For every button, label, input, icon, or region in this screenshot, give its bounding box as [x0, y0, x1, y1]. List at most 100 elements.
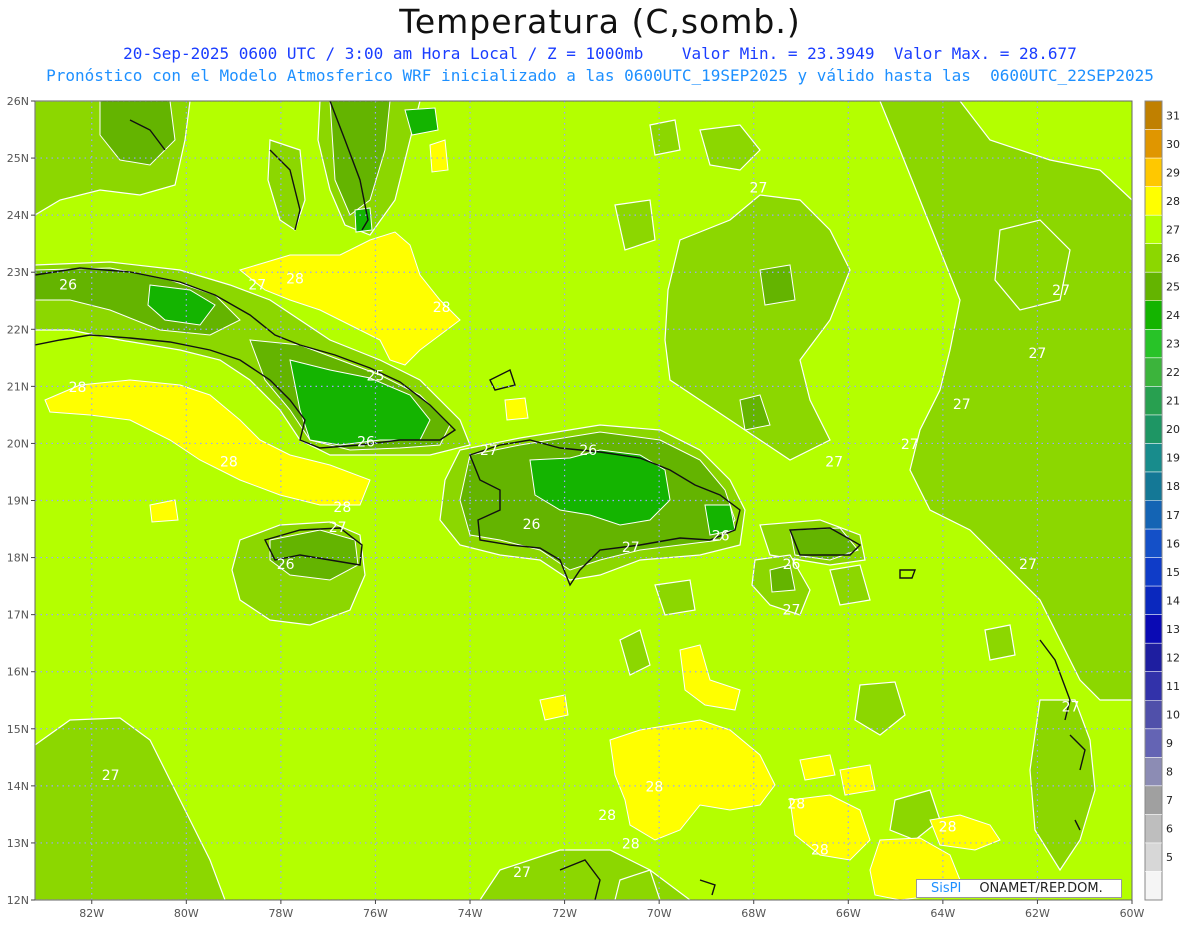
- legend-swatch: [1145, 243, 1162, 273]
- legend-label: 23: [1166, 338, 1180, 351]
- contour-label: 28: [646, 780, 664, 796]
- lon-label: 62W: [1025, 907, 1050, 920]
- contour-label: 27: [513, 865, 531, 881]
- legend-swatch: [1145, 357, 1162, 387]
- sispi-logo: SisPI: [931, 881, 962, 896]
- contour-label: 28: [787, 797, 805, 813]
- latitude-labels: 26N 25N 24N 23N 22N 21N 20N 19N 18N 17N 16N 15N 14N 1…: [7, 95, 35, 907]
- legend-label: 14: [1166, 594, 1180, 607]
- legend-swatch: [1145, 471, 1162, 501]
- contour-label: 27: [102, 768, 120, 784]
- lat-label: 13N: [7, 837, 29, 850]
- contour-label: 27: [901, 437, 919, 453]
- legend-label: 21: [1166, 395, 1180, 408]
- contour-label: 27: [248, 277, 266, 293]
- legend-label: 30: [1166, 138, 1180, 151]
- contour-label: 27: [783, 603, 801, 619]
- lat-label: 17N: [7, 609, 29, 622]
- legend-label: 9: [1166, 737, 1173, 750]
- lat-label: 22N: [7, 323, 29, 336]
- contour-label: 26: [783, 557, 801, 573]
- legend-label: 29: [1166, 166, 1180, 179]
- credit-box: SisPI ONAMET/REP.DOM.: [916, 879, 1122, 898]
- lon-label: 70W: [647, 907, 672, 920]
- legend-label: 19: [1166, 452, 1180, 465]
- contour-label: 26: [277, 557, 295, 573]
- lat-label: 16N: [7, 666, 29, 679]
- legend-label: 18: [1166, 480, 1180, 493]
- lon-label: 78W: [268, 907, 293, 920]
- legend-label: 16: [1166, 537, 1180, 550]
- lon-label: 72W: [552, 907, 577, 920]
- legend-swatch: [1145, 586, 1162, 616]
- contour-label: 26: [712, 528, 730, 544]
- contour-label: 27: [953, 397, 971, 413]
- legend-label: 26: [1166, 252, 1180, 265]
- contour-label: 26: [523, 517, 541, 533]
- legend-label: 27: [1166, 223, 1180, 236]
- legend-swatch: [1145, 643, 1162, 673]
- legend-label: 11: [1166, 680, 1180, 693]
- legend-swatch: [1145, 272, 1162, 302]
- legend-swatch: [1145, 785, 1162, 815]
- legend-swatch: [1145, 671, 1162, 701]
- legend-swatch: [1145, 101, 1162, 131]
- lon-label: 68W: [741, 907, 766, 920]
- legend-swatch: [1145, 728, 1162, 758]
- legend-label: 15: [1166, 566, 1180, 579]
- lat-label: 24N: [7, 209, 29, 222]
- legend-swatch: [1145, 186, 1162, 216]
- onamet-credit: ONAMET/REP.DOM.: [979, 881, 1103, 896]
- legend-label: 6: [1166, 823, 1173, 836]
- lon-label: 66W: [836, 907, 861, 920]
- contour-label: 27: [750, 180, 768, 196]
- legend-swatch: [1145, 557, 1162, 587]
- lat-label: 14N: [7, 780, 29, 793]
- contour-label: 27: [622, 540, 640, 556]
- lat-label: 25N: [7, 152, 29, 165]
- contour-label: 28: [622, 837, 640, 853]
- lon-label: 74W: [458, 907, 483, 920]
- legend-swatch: [1145, 814, 1162, 844]
- contour-label: 28: [433, 300, 451, 316]
- legend-label: 25: [1166, 280, 1180, 293]
- lat-label: 23N: [7, 266, 29, 279]
- legend-swatch: [1145, 443, 1162, 473]
- contour-label: 26: [579, 443, 597, 459]
- legend-label: 24: [1166, 309, 1180, 322]
- contour-label: 27: [1029, 346, 1047, 362]
- temperature-legend: 31 30 29 28 27 26 25 24 23 22 21 20 19 18 17 16 15 14 13 12…: [1144, 100, 1180, 901]
- contour-label: 28: [598, 808, 616, 824]
- legend-swatch: [1145, 158, 1162, 188]
- lon-label: 60W: [1120, 907, 1145, 920]
- contour-label: 28: [69, 380, 87, 396]
- lon-label: 80W: [174, 907, 199, 920]
- legend-swatch: [1145, 414, 1162, 444]
- legend-swatch: [1145, 300, 1162, 330]
- contour-label: 28: [220, 454, 238, 470]
- lat-label: 26N: [7, 95, 29, 108]
- contour-label: 26: [59, 277, 77, 293]
- lat-label: 19N: [7, 495, 29, 508]
- lat-label: 21N: [7, 380, 29, 393]
- contour-label: 27: [825, 454, 843, 470]
- legend-swatch: [1145, 129, 1162, 159]
- contour-label: 27: [1062, 700, 1080, 716]
- legend-swatch: [1145, 842, 1162, 872]
- contour-label: 26: [357, 434, 375, 450]
- contour-label: 27: [1052, 283, 1070, 299]
- legend-label: 28: [1166, 195, 1180, 208]
- legend-swatch: [1145, 500, 1162, 530]
- lat-label: 12N: [7, 894, 29, 907]
- legend-label: 12: [1166, 651, 1180, 664]
- legend-label: 7: [1166, 794, 1173, 807]
- legend-swatch: [1145, 871, 1162, 901]
- legend-swatch: [1145, 700, 1162, 730]
- legend-label: 5: [1166, 851, 1173, 864]
- contour-label: 27: [1019, 557, 1037, 573]
- legend-swatch: [1145, 215, 1162, 245]
- contour-label: 28: [286, 272, 304, 288]
- legend-label: 13: [1166, 623, 1180, 636]
- lat-label: 20N: [7, 437, 29, 450]
- contour-label: 28: [333, 500, 351, 516]
